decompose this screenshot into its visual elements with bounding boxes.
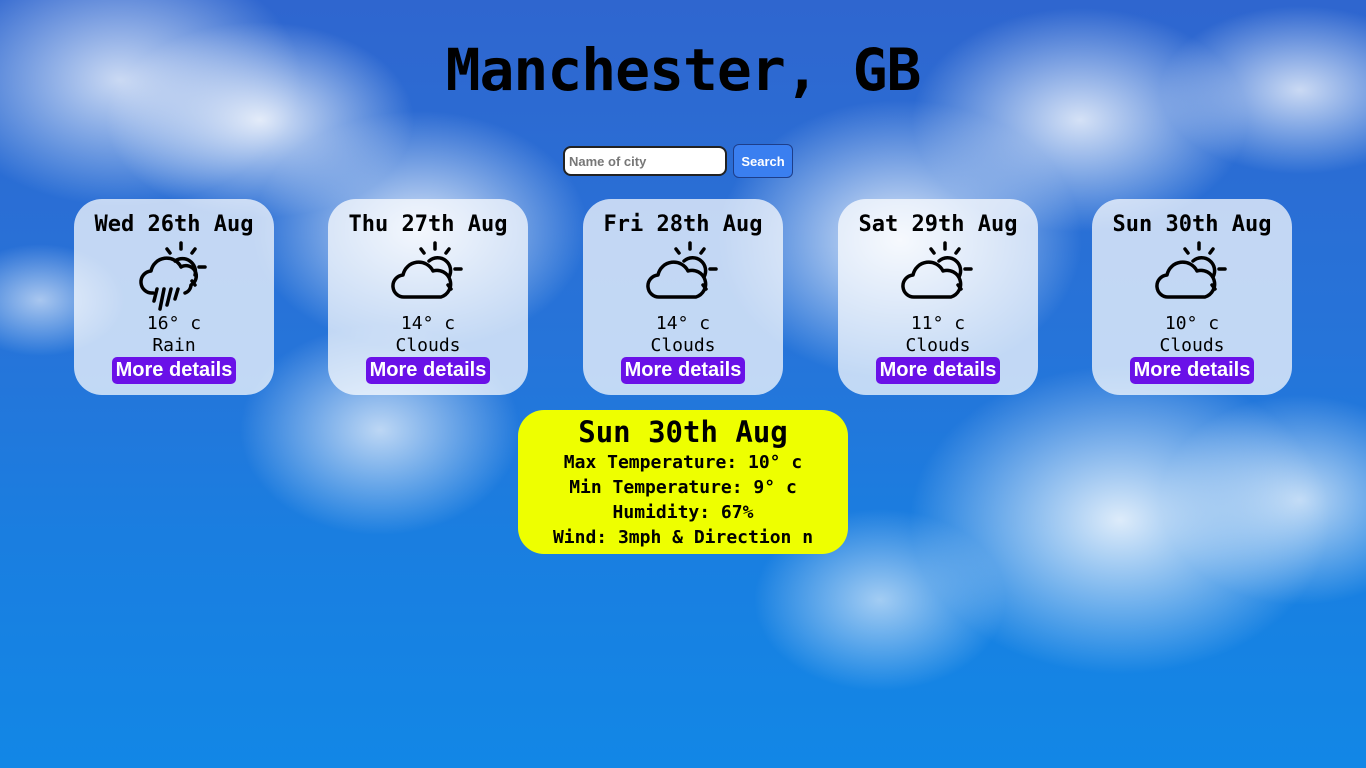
details-wind: Wind: 3mph & Direction n [552, 527, 814, 548]
forecast-day: Wed 26th Aug [94, 212, 254, 237]
forecast-condition: Rain [152, 335, 196, 356]
details-day: Sun 30th Aug [578, 415, 788, 449]
forecast-card: Fri 28th Aug 14° c Clouds More details [583, 199, 783, 395]
details-max-temperature: Max Temperature: 10° c [563, 452, 803, 473]
more-details-button[interactable]: More details [1129, 357, 1255, 384]
search-bar: Search [563, 144, 793, 178]
more-details-button[interactable]: More details [111, 357, 237, 384]
forecast-card: Thu 27th Aug 14° c Clouds More details [328, 199, 528, 395]
forecast-temperature: 14° c [655, 313, 711, 334]
city-search-input[interactable] [563, 146, 727, 176]
search-button[interactable]: Search [733, 144, 793, 178]
details-min-temperature: Min Temperature: 9° c [569, 477, 797, 498]
forecast-card: Sun 30th Aug 10° c Clouds More details [1092, 199, 1292, 395]
forecast-temperature: 10° c [1164, 313, 1220, 334]
forecast-day: Sun 30th Aug [1112, 212, 1272, 237]
more-details-button[interactable]: More details [875, 357, 1001, 384]
forecast-card: Wed 26th Aug 16° c Rain More details [74, 199, 274, 395]
rain-sun-icon [139, 241, 207, 311]
details-humidity: Humidity: 67% [612, 502, 754, 523]
forecast-condition: Clouds [905, 335, 971, 356]
forecast-day: Fri 28th Aug [603, 212, 763, 237]
cloud-sun-icon [1155, 241, 1227, 299]
forecast-day: Sat 29th Aug [858, 212, 1018, 237]
forecast-card: Sat 29th Aug 11° c Clouds More details [838, 199, 1038, 395]
city-title: Manchester, GB [445, 36, 922, 104]
more-details-button[interactable]: More details [620, 357, 746, 384]
cloud-sun-icon [391, 241, 463, 299]
forecast-condition: Clouds [1159, 335, 1225, 356]
more-details-button[interactable]: More details [365, 357, 491, 384]
cloud-sun-icon [646, 241, 718, 299]
cloud-sun-icon [901, 241, 973, 299]
forecast-day: Thu 27th Aug [348, 212, 508, 237]
details-panel: Sun 30th Aug Max Temperature: 10° c Min … [518, 410, 848, 554]
forecast-temperature: 14° c [400, 313, 456, 334]
forecast-temperature: 11° c [910, 313, 966, 334]
forecast-condition: Clouds [395, 335, 461, 356]
forecast-temperature: 16° c [146, 313, 202, 334]
forecast-condition: Clouds [650, 335, 716, 356]
weather-app: { "header": { "city_title": "Manchester,… [0, 0, 1366, 768]
